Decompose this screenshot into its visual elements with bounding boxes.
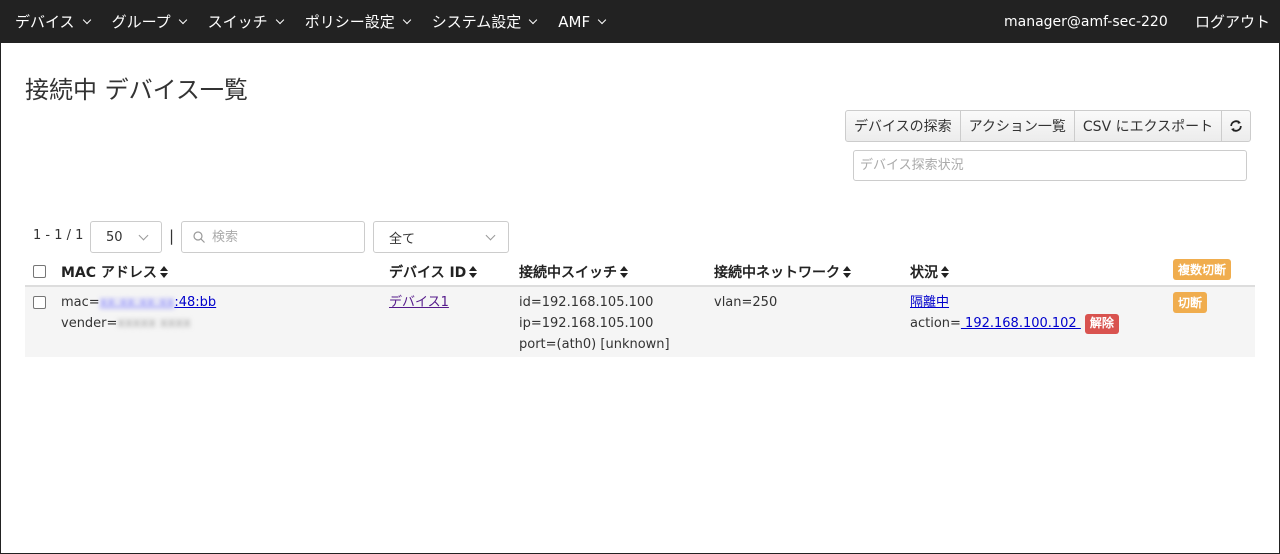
- sort-icon: [159, 266, 168, 278]
- discovery-status-field[interactable]: [853, 150, 1247, 181]
- mac-link[interactable]: xx:xx:xx:xx:48:bb: [100, 295, 217, 310]
- column-header-switch[interactable]: 接続中スイッチ: [519, 262, 628, 282]
- nav-amf-menu[interactable]: AMF: [558, 12, 607, 31]
- network-cell: vlan=250: [714, 295, 778, 310]
- export-csv-button[interactable]: CSV にエクスポート: [1073, 110, 1223, 142]
- chevron-down-icon: [529, 15, 538, 24]
- nav-switches-menu[interactable]: スイッチ: [207, 11, 284, 32]
- chevron-down-icon: [178, 15, 187, 24]
- chevron-down-icon: [82, 15, 91, 24]
- logout-link[interactable]: ログアウト: [1195, 0, 1270, 43]
- vendor-prefix: vender=: [61, 316, 118, 331]
- row-checkbox[interactable]: [33, 296, 46, 309]
- device-id-cell: デバイス1: [389, 292, 449, 313]
- nav-system-menu[interactable]: システム設定: [431, 11, 538, 32]
- nav-system-label: システム設定: [431, 13, 522, 31]
- vendor-hidden: xxxxx xxxx: [117, 316, 191, 331]
- page-size-value: 50: [106, 229, 123, 245]
- action-button-group: デバイスの探索 アクション一覧 CSV にエクスポート: [845, 110, 1252, 142]
- column-header-mac[interactable]: MAC アドレス: [61, 262, 168, 282]
- status-cell: 隔離中 action= 192.168.100.102 解除: [910, 292, 1119, 334]
- select-all-checkbox[interactable]: [33, 265, 46, 278]
- column-header-status[interactable]: 状況: [910, 262, 949, 282]
- sort-icon: [620, 266, 628, 278]
- mac-prefix: mac=: [61, 295, 100, 310]
- search-box: [181, 221, 365, 253]
- action-prefix: action=: [910, 316, 961, 331]
- column-header-switch-label: 接続中スイッチ: [519, 265, 617, 281]
- column-header-status-label: 状況: [910, 265, 938, 281]
- mac-suffix: :48:bb: [174, 295, 217, 310]
- nav-switches-label: スイッチ: [207, 13, 268, 31]
- nav-amf-label: AMF: [558, 12, 591, 31]
- chevron-down-icon: [138, 230, 149, 241]
- column-header-network[interactable]: 接続中ネットワーク: [714, 262, 851, 282]
- nav-policy-menu[interactable]: ポリシー設定: [304, 11, 411, 32]
- sort-icon: [469, 266, 478, 278]
- action-list-button[interactable]: アクション一覧: [959, 110, 1075, 142]
- switch-cell: id=192.168.105.100 ip=192.168.105.100 po…: [519, 292, 670, 355]
- device-id-link[interactable]: デバイス1: [389, 295, 449, 310]
- sort-icon: [941, 266, 949, 278]
- vendor-line: vender=xxxxx xxxx: [61, 313, 216, 334]
- nav-devices-label: デバイス: [15, 13, 75, 31]
- search-input[interactable]: [212, 222, 362, 252]
- action-link[interactable]: 192.168.100.102: [961, 316, 1081, 331]
- mac-hidden: xx:xx:xx:xx: [99, 295, 175, 310]
- disconnect-button[interactable]: 切断: [1173, 292, 1208, 313]
- chevron-down-icon: [597, 15, 607, 24]
- column-header-mac-label: MAC アドレス: [61, 265, 157, 281]
- chevron-down-icon: [275, 15, 284, 24]
- refresh-icon: [1230, 120, 1242, 132]
- pagination-info: 1 - 1 / 1: [33, 228, 84, 243]
- refresh-button[interactable]: [1221, 110, 1252, 142]
- nav-groups-label: グループ: [111, 13, 171, 31]
- mac-cell: mac=xx:xx:xx:xx:48:bb vender=xxxxx xxxx: [61, 292, 216, 334]
- sort-icon: [843, 266, 851, 278]
- column-header-device-id-label: デバイス ID: [389, 265, 467, 281]
- top-navbar: デバイス グループ スイッチ ポリシー設定 システム設定 AMF manager…: [0, 0, 1280, 43]
- release-button[interactable]: 解除: [1084, 313, 1119, 334]
- page-title: 接続中 デバイス一覧: [25, 76, 248, 104]
- search-icon: [193, 231, 205, 243]
- chevron-down-icon: [402, 15, 411, 24]
- nav-policy-label: ポリシー設定: [304, 13, 395, 31]
- column-header-device-id[interactable]: デバイス ID: [389, 262, 478, 282]
- nav-devices-menu[interactable]: デバイス: [15, 11, 91, 32]
- nav-groups-menu[interactable]: グループ: [111, 11, 187, 32]
- filter-value: 全て: [389, 231, 416, 247]
- toolbar-separator: |: [169, 227, 175, 245]
- mac-line: mac=xx:xx:xx:xx:48:bb: [61, 292, 216, 313]
- action-line: action= 192.168.100.102 解除: [910, 313, 1119, 334]
- bulk-disconnect-button[interactable]: 複数切断: [1173, 259, 1232, 280]
- discover-devices-button[interactable]: デバイスの探索: [845, 110, 961, 142]
- switch-id: id=192.168.105.100: [519, 295, 654, 310]
- chevron-down-icon: [485, 230, 496, 241]
- status-link[interactable]: 隔離中: [910, 295, 949, 310]
- filter-select[interactable]: 全て: [373, 221, 509, 253]
- column-header-network-label: 接続中ネットワーク: [714, 265, 840, 281]
- page-size-select[interactable]: 50: [90, 221, 162, 253]
- switch-ip: ip=192.168.105.100: [519, 316, 654, 331]
- current-user: manager@amf-sec-220: [1004, 13, 1168, 30]
- switch-port: port=(ath0) [unknown]: [519, 337, 670, 352]
